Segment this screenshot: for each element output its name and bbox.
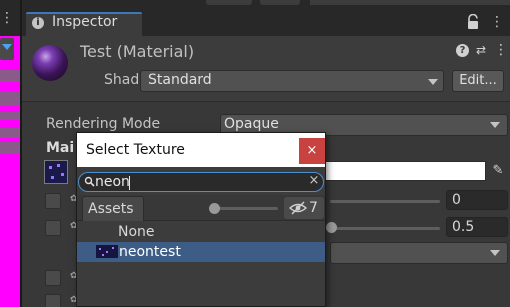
eye-icon xyxy=(289,201,307,215)
normal-map-slot[interactable] xyxy=(45,270,61,286)
shader-value: Standard xyxy=(148,72,212,88)
dialog-title: Select Texture xyxy=(86,142,185,158)
eyedropper-icon[interactable]: ✎ xyxy=(490,163,506,179)
chevron-down-icon xyxy=(490,122,500,128)
chevron-down-icon xyxy=(490,250,500,256)
chevron-down-icon xyxy=(428,79,438,85)
rendering-mode-label: Rendering Mode xyxy=(46,116,161,132)
search-icon xyxy=(84,176,95,187)
smoothness-source-dropdown[interactable] xyxy=(330,242,508,264)
smoothness-texture-slot[interactable] xyxy=(45,220,61,236)
close-button[interactable]: × xyxy=(299,138,325,164)
tab-inspector-label: Inspector xyxy=(52,14,118,30)
chevron-down-icon xyxy=(2,44,12,50)
thumbnail-size-handle[interactable] xyxy=(209,203,220,214)
thumbnail-size-slider[interactable] xyxy=(214,207,278,210)
preset-icon[interactable]: ⇄ xyxy=(474,43,488,57)
lock-icon[interactable] xyxy=(466,14,480,30)
window-menu-icon[interactable]: ⋮ xyxy=(490,13,504,31)
material-preview-icon xyxy=(32,45,68,81)
material-menu-icon[interactable]: ⋮ xyxy=(494,42,508,58)
main-maps-label: Mai xyxy=(46,140,75,156)
toolbar-strip xyxy=(310,0,510,5)
scene-menu-icon[interactable]: ⋮ xyxy=(0,10,14,26)
texture-thumbnail xyxy=(96,245,118,258)
edit-shader-button[interactable]: Edit... xyxy=(452,70,504,92)
metallic-slider[interactable] xyxy=(330,200,440,203)
tab-assets-label: Assets xyxy=(88,201,134,217)
help-icon[interactable]: ? xyxy=(456,44,469,57)
smoothness-value-field[interactable]: 0.5 xyxy=(446,217,508,237)
list-item[interactable]: None xyxy=(118,224,155,240)
rendering-mode-value: Opaque xyxy=(224,116,279,132)
clear-search-icon[interactable]: × xyxy=(308,174,320,188)
albedo-color-field[interactable] xyxy=(324,161,486,181)
texture-list xyxy=(77,222,325,306)
metallic-texture-slot[interactable] xyxy=(45,193,61,209)
hidden-count: 7 xyxy=(309,200,318,216)
search-query: neon xyxy=(95,174,130,190)
albedo-texture-slot[interactable] xyxy=(44,160,68,184)
material-title: Test (Material) xyxy=(80,42,195,61)
height-map-slot[interactable] xyxy=(45,294,61,307)
toolbar-button[interactable] xyxy=(206,0,252,5)
smoothness-slider-handle[interactable] xyxy=(326,222,337,233)
text-caret xyxy=(129,176,130,190)
smoothness-slider[interactable] xyxy=(330,227,440,230)
metallic-value-field[interactable]: 0 xyxy=(446,190,508,210)
toolbar-button[interactable] xyxy=(260,0,300,5)
list-item-label: neontest xyxy=(119,244,181,260)
info-icon: i xyxy=(32,17,44,29)
